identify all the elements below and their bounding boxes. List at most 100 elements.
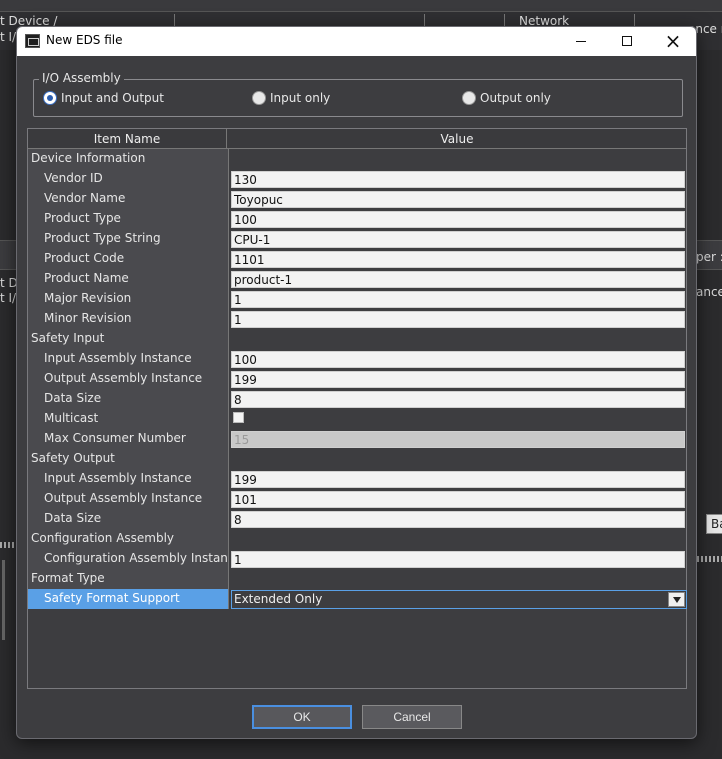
property-value-input[interactable]: 1 [231, 291, 685, 308]
property-value-input[interactable]: 101 [231, 491, 685, 508]
property-value-cell: 1 [228, 549, 686, 569]
grid-property-row[interactable]: Data Size 8 [28, 509, 686, 529]
property-value-cell: 100 [228, 349, 686, 369]
property-name: Input Assembly Instance [28, 469, 228, 489]
property-value-input[interactable]: Toyopuc [231, 191, 685, 208]
property-value-input[interactable]: 8 [231, 511, 685, 528]
bg-mid-right-line2: ance r [696, 285, 722, 299]
maximize-button[interactable] [604, 27, 650, 56]
dropdown-selected-value: Extended Only [234, 592, 323, 606]
grid-property-row[interactable]: Product Code 1101 [28, 249, 686, 269]
category-label: Configuration Assembly [28, 529, 228, 549]
property-value-input[interactable]: 100 [231, 211, 685, 228]
property-name: Safety Format Support [28, 589, 228, 609]
grid-property-row[interactable]: Minor Revision 1 [28, 309, 686, 329]
property-value-cell: 100 [228, 209, 686, 229]
property-value-cell: 199 [228, 369, 686, 389]
radio-circle[interactable] [462, 91, 476, 105]
radio-label: Input and Output [61, 91, 164, 105]
bg-scrollbar [2, 560, 5, 640]
multicast-checkbox[interactable] [233, 412, 244, 423]
property-value-cell: CPU-1 [228, 229, 686, 249]
property-value-input[interactable]: CPU-1 [231, 231, 685, 248]
grid-property-row[interactable]: Vendor ID 130 [28, 169, 686, 189]
grid-category-row[interactable]: Configuration Assembly [28, 529, 686, 549]
property-value-input: 15 [231, 431, 685, 448]
property-value-cell: 8 [228, 509, 686, 529]
grid-property-row[interactable]: Product Name product-1 [28, 269, 686, 289]
property-value-input[interactable]: 1 [231, 311, 685, 328]
grid-property-row[interactable]: Product Type 100 [28, 209, 686, 229]
title-bar[interactable]: New EDS file × [17, 27, 696, 56]
bg-splitter-left [0, 542, 16, 548]
property-value-cell: 1101 [228, 249, 686, 269]
property-value-input[interactable]: 1 [231, 551, 685, 568]
bg-splitter-right [697, 556, 722, 562]
grid-category-row[interactable]: Device Information [28, 149, 686, 169]
grid-property-row[interactable]: Input Assembly Instance 100 [28, 349, 686, 369]
minimize-button[interactable] [558, 27, 604, 56]
grid-property-row[interactable]: Max Consumer Number 15 [28, 429, 686, 449]
radio-circle[interactable] [252, 91, 266, 105]
safety-format-dropdown[interactable]: Extended Only [231, 590, 687, 609]
category-label: Safety Input [28, 329, 228, 349]
io-assembly-legend: I/O Assembly [39, 71, 124, 85]
property-name: Data Size [28, 509, 228, 529]
grid-property-row[interactable]: Input Assembly Instance 199 [28, 469, 686, 489]
property-name: Product Name [28, 269, 228, 289]
new-eds-file-dialog: New EDS file × I/O Assembly Input and Ou… [16, 26, 697, 739]
radio-label: Output only [480, 91, 551, 105]
header-value[interactable]: Value [228, 129, 686, 149]
property-name: Product Type String [28, 229, 228, 249]
radio-input-and-output[interactable]: Input and Output [43, 90, 164, 106]
grid-property-row[interactable]: Output Assembly Instance 199 [28, 369, 686, 389]
property-value-cell [228, 569, 686, 589]
header-item-name[interactable]: Item Name [28, 129, 227, 149]
property-name: Multicast [28, 409, 228, 429]
chevron-down-icon[interactable] [668, 592, 685, 607]
property-name: Major Revision [28, 289, 228, 309]
property-value-cell [228, 329, 686, 349]
grid-category-row[interactable]: Safety Input [28, 329, 686, 349]
bg-right-button[interactable]: Ba [706, 514, 722, 534]
property-value-input[interactable]: 1101 [231, 251, 685, 268]
close-button[interactable]: × [650, 27, 696, 56]
bg-header-col1-line2: t I/ [0, 30, 17, 44]
property-name: Product Type [28, 209, 228, 229]
grid-property-row[interactable]: Data Size 8 [28, 389, 686, 409]
grid-property-row[interactable]: Safety Format Support Extended Only [28, 589, 687, 609]
grid-property-row[interactable]: Product Type String CPU-1 [28, 229, 686, 249]
grid-header: Item Name Value [28, 129, 686, 149]
radio-output-only[interactable]: Output only [462, 90, 551, 106]
property-name: Vendor Name [28, 189, 228, 209]
property-value-cell [228, 409, 686, 429]
radio-input-only[interactable]: Input only [252, 90, 330, 106]
property-value-input[interactable]: 130 [231, 171, 685, 188]
cancel-button[interactable]: Cancel [362, 705, 462, 729]
radio-circle[interactable] [43, 91, 57, 105]
grid-property-row[interactable]: Configuration Assembly Instance 1 [28, 549, 686, 569]
property-value-input[interactable]: product-1 [231, 271, 685, 288]
property-value-cell: 1 [228, 289, 686, 309]
property-value-cell: 101 [228, 489, 686, 509]
property-value-cell: 130 [228, 169, 686, 189]
dialog-title: New EDS file [46, 33, 123, 47]
property-value-cell: 1 [228, 309, 686, 329]
property-grid: Item Name Value Device Information Vendor… [27, 128, 687, 689]
property-name: Max Consumer Number [28, 429, 228, 449]
property-value-input[interactable]: 199 [231, 371, 685, 388]
property-value-input[interactable]: 100 [231, 351, 685, 368]
grid-property-row[interactable]: Multicast [28, 409, 686, 429]
grid-property-row[interactable]: Output Assembly Instance 101 [28, 489, 686, 509]
grid-property-row[interactable]: Vendor Name Toyopuc [28, 189, 686, 209]
grid-category-row[interactable]: Safety Output [28, 449, 686, 469]
property-name: Product Code [28, 249, 228, 269]
ok-button[interactable]: OK [252, 705, 352, 729]
property-value-cell [228, 149, 686, 169]
radio-label: Input only [270, 91, 331, 105]
property-value-input[interactable]: 199 [231, 471, 685, 488]
grid-category-row[interactable]: Format Type [28, 569, 686, 589]
background-top-bar [0, 0, 722, 12]
grid-property-row[interactable]: Major Revision 1 [28, 289, 686, 309]
property-value-input[interactable]: 8 [231, 391, 685, 408]
